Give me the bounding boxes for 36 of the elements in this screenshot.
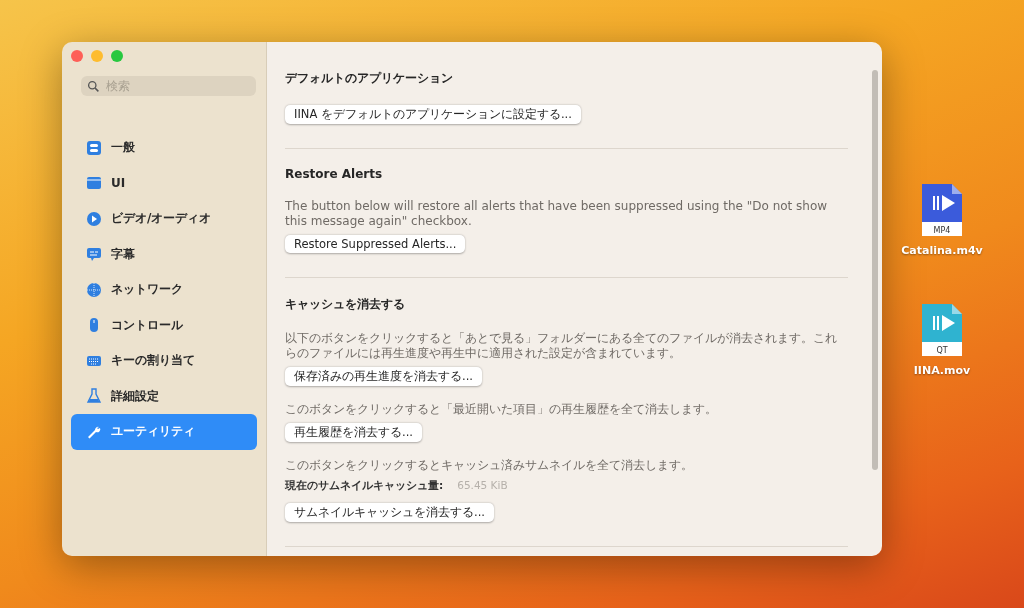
minimize-button[interactable] — [91, 50, 103, 62]
cache-size-value: 65.45 KiB — [457, 479, 508, 493]
sidebar-item[interactable]: ネットワーク — [71, 272, 257, 308]
description-text: The button below will restore all alerts that have been suppressed using the "Do not show this message again" checkbox. — [285, 199, 829, 229]
scrollbar[interactable] — [872, 70, 878, 470]
file-type-label: QT — [936, 346, 948, 355]
zoom-button[interactable] — [111, 50, 123, 62]
play-icon — [86, 210, 102, 227]
speech-bubble-icon — [86, 246, 102, 263]
section-heading: Restore Alerts — [285, 167, 383, 181]
description-text: このボタンをクリックするとキャッシュ済みサムネイルを全て消去します。 — [285, 458, 693, 473]
section-heading: デフォルトのアプリケーション — [285, 70, 453, 87]
sidebar-item[interactable]: 詳細設定 — [71, 378, 257, 414]
sidebar-item[interactable]: 一般 — [71, 130, 257, 166]
file-type-label: MP4 — [933, 226, 951, 235]
sidebar-item[interactable]: UI — [71, 165, 257, 201]
flask-icon — [86, 388, 102, 405]
toggle-icon — [86, 139, 102, 156]
close-button[interactable] — [71, 50, 83, 62]
section-heading: キャッシュを消去する — [285, 296, 405, 313]
video-file-icon[interactable]: QT — [920, 302, 964, 358]
sidebar-item[interactable]: キーの割り当て — [71, 343, 257, 379]
description-text: このボタンをクリックすると「最近開いた項目」の再生履歴を全て消去します。 — [285, 402, 717, 417]
action-button[interactable]: 再生履歴を消去する... — [285, 423, 422, 442]
video-file-icon[interactable]: MP4 — [920, 182, 964, 238]
cache-size-label: 現在のサムネイルキャッシュ量: — [285, 479, 444, 493]
globe-icon — [86, 281, 102, 298]
sidebar-item[interactable]: コントロール — [71, 307, 257, 343]
action-button[interactable]: 保存済みの再生進度を消去する... — [285, 367, 482, 386]
sidebar-item[interactable]: 字幕 — [71, 236, 257, 272]
sidebar-item[interactable]: ビデオ/オーディオ — [71, 201, 257, 237]
window-icon — [86, 175, 102, 192]
action-button[interactable]: Restore Suppressed Alerts... — [285, 235, 466, 253]
description-text: 以下のボタンをクリックすると「あとで見る」フォルダーにある全てのファイルが消去されます。これらのファイルには再生進度や再生中に適用された設定が含まれています。 — [285, 331, 838, 361]
action-button[interactable]: IINA をデフォルトのアプリケーションに設定する... — [285, 105, 581, 124]
action-button[interactable]: サムネイルキャッシュを消去する... — [285, 503, 494, 522]
